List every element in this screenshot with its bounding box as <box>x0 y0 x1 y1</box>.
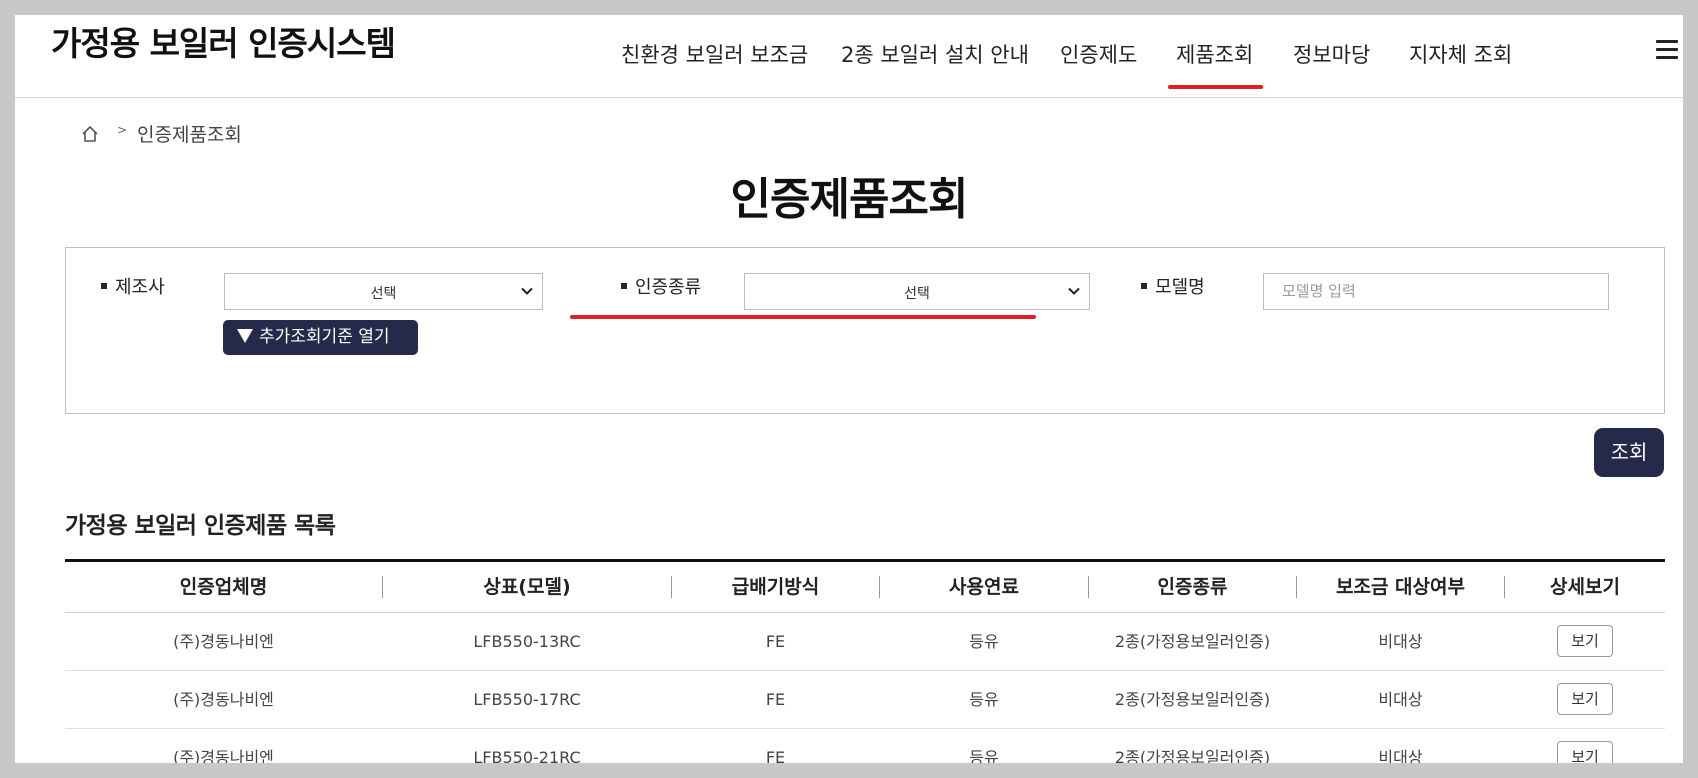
triangle-down-icon <box>237 329 253 343</box>
cell-subsidy: 비대상 <box>1378 748 1423 763</box>
table-row: (주)경동나비엔 LFB550-17RC FE 등유 2종(가정용보일러인증) … <box>65 671 1665 729</box>
nav-item-cert-system[interactable]: 인증제도 <box>1060 39 1137 69</box>
manufacturer-label: 제조사 <box>101 273 165 299</box>
column-header-subsidy: 보조금 대상여부 <box>1336 576 1465 598</box>
model-label: 모델명 <box>1141 273 1205 299</box>
cell-cert-type: 2종(가정용보일러인증) <box>1114 690 1271 709</box>
cell-company: (주)경동나비엔 <box>173 748 274 763</box>
breadcrumb-separator: > <box>117 123 128 137</box>
table-row: (주)경동나비엔 LFB550-13RC FE 등유 2종(가정용보일러인증) … <box>65 613 1665 671</box>
nav-item-product-search[interactable]: 제품조회 <box>1167 39 1264 89</box>
cell-model: LFB550-17RC <box>473 690 581 709</box>
column-header-detail: 상세보기 <box>1550 576 1620 598</box>
cell-fuel: 등유 <box>969 690 999 709</box>
site-header: 가정용 보일러 인증시스템 친환경 보일러 보조금 2종 보일러 설치 안내 인… <box>15 15 1683 98</box>
page-title: 인증제품조회 <box>730 174 969 225</box>
manufacturer-select[interactable]: 선택 <box>224 273 543 310</box>
column-header-exhaust: 급배기방식 <box>731 576 820 598</box>
cell-cert-type: 2종(가정용보일러인증) <box>1114 632 1271 651</box>
cell-model: LFB550-21RC <box>473 748 581 763</box>
cert-type-select[interactable]: 선택 <box>744 273 1090 310</box>
column-header-fuel: 사용연료 <box>949 576 1019 598</box>
model-name-input[interactable]: 모델명 입력 <box>1263 273 1609 310</box>
chevron-down-icon <box>521 287 533 295</box>
nav-item-type2-install[interactable]: 2종 보일러 설치 안내 <box>841 39 1029 69</box>
highlight-underline <box>570 315 1036 319</box>
more-criteria-button[interactable]: 추가조회기준 열기 <box>223 320 418 355</box>
column-header-company: 인증업체명 <box>179 576 268 598</box>
cell-model: LFB550-13RC <box>473 632 581 651</box>
cell-subsidy: 비대상 <box>1378 632 1423 651</box>
nav-item-info[interactable]: 정보마당 <box>1293 39 1370 69</box>
view-detail-button[interactable]: 보기 <box>1557 741 1613 763</box>
table-row: (주)경동나비엔 LFB550-21RC FE 등유 2종(가정용보일러인증) … <box>65 729 1665 763</box>
chevron-down-icon <box>1068 287 1080 295</box>
cell-exhaust: FE <box>765 632 786 651</box>
cell-company: (주)경동나비엔 <box>173 632 274 651</box>
cell-fuel: 등유 <box>969 632 999 651</box>
cell-cert-type: 2종(가정용보일러인증) <box>1114 748 1271 763</box>
cell-company: (주)경동나비엔 <box>173 690 274 709</box>
home-icon[interactable] <box>81 125 99 143</box>
cert-type-label: 인증종류 <box>621 273 701 299</box>
cell-exhaust: FE <box>765 748 786 763</box>
main-nav: 친환경 보일러 보조금 2종 보일러 설치 안내 인증제도 제품조회 정보마당 … <box>15 23 1683 89</box>
product-table: 인증업체명 상표(모델) 급배기방식 사용연료 인증종류 보조금 대상여부 상세… <box>65 559 1665 763</box>
cell-exhaust: FE <box>765 690 786 709</box>
search-form: 제조사 선택 인증종류 선택 모델명 모델명 입력 추가조회기준 열기 <box>65 247 1665 414</box>
nav-item-subsidy[interactable]: 친환경 보일러 보조금 <box>621 39 808 69</box>
hamburger-menu-icon[interactable] <box>1656 40 1678 60</box>
view-detail-button[interactable]: 보기 <box>1557 683 1613 715</box>
search-submit-button[interactable]: 조회 <box>1594 428 1664 477</box>
page: 가정용 보일러 인증시스템 친환경 보일러 보조금 2종 보일러 설치 안내 인… <box>15 15 1683 763</box>
column-header-cert-type: 인증종류 <box>1157 576 1228 598</box>
list-title: 가정용 보일러 인증제품 목록 <box>65 513 336 539</box>
table-header: 인증업체명 상표(모델) 급배기방식 사용연료 인증종류 보조금 대상여부 상세… <box>65 562 1665 613</box>
breadcrumb-current: 인증제품조회 <box>137 124 242 146</box>
cell-subsidy: 비대상 <box>1378 690 1423 709</box>
view-detail-button[interactable]: 보기 <box>1557 625 1613 657</box>
nav-item-local-gov[interactable]: 지자체 조회 <box>1409 39 1512 69</box>
column-header-model: 상표(모델) <box>483 576 571 598</box>
cell-fuel: 등유 <box>969 748 999 763</box>
